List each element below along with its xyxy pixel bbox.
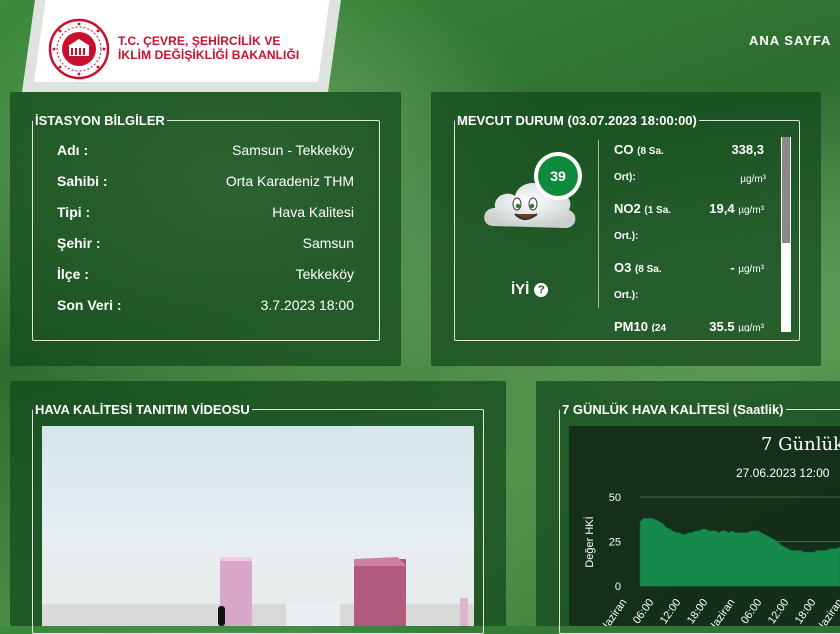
chart-x-tick-label: Haziran	[598, 597, 630, 626]
pollutant-item-no2: NO2 (1 Sa. Ort.): 19,4 µg/m³	[604, 195, 776, 254]
chart-y-tick-label: 25	[609, 537, 621, 549]
chart-x-tick-label: 12:00	[658, 597, 684, 626]
chart-x-tick-label: Haziran	[706, 597, 738, 626]
station-row-district: İlçe : Tekkeköy	[57, 266, 354, 286]
pollutant-value: 19,4 µg/m³	[709, 201, 764, 216]
pollutant-period-suffix: Ort.):	[614, 290, 639, 301]
chart-x-tick-label: 18:00	[685, 597, 711, 626]
chart-x-tick-label: 06:00	[739, 597, 765, 626]
status-divider	[598, 140, 599, 308]
scrollbar-thumb[interactable]	[782, 137, 790, 243]
pollutant-item-o3: O3 (8 Sa. Ort.): - µg/m³	[604, 254, 776, 313]
station-row-type: Tipi : Hava Kalitesi	[57, 204, 354, 224]
station-value: Samsun	[302, 235, 354, 251]
nav-home-link[interactable]: ANA SAYFA	[749, 33, 831, 48]
station-value: Tekkeköy	[295, 266, 354, 282]
chart-x-tick-label: 18:00	[793, 597, 819, 626]
chart-x-tick-label: Haziran	[814, 597, 840, 626]
station-info-title: İSTASYON BİLGİLER	[35, 113, 165, 128]
station-row-city: Şehir : Samsun	[57, 235, 354, 255]
intro-video-player[interactable]	[42, 426, 474, 626]
pollutant-scrollbar[interactable]	[781, 137, 791, 332]
pollutant-period-suffix: Ort.):	[614, 231, 639, 242]
pollutant-list[interactable]: CO (8 Sa. Ort): 338,3 µg/m³ NO2 (1 Sa. O…	[604, 136, 776, 332]
station-value: Hava Kalitesi	[272, 204, 354, 220]
station-label: Tipi :	[57, 204, 91, 220]
pollutant-period-suffix: Ort):	[614, 172, 636, 183]
chart-panel-title: 7 GÜNLÜK HAVA KALİTESİ (Saatlik)	[562, 402, 784, 417]
chart-x-tick-label: 06:00	[631, 597, 657, 626]
pollutant-value: 35.5 µg/m³	[709, 319, 764, 332]
ministry-seal-icon	[48, 18, 110, 80]
chart-area-series	[639, 518, 840, 587]
chart-y-tick-label: 50	[609, 492, 621, 504]
ministry-logo-band[interactable]: T.C. ÇEVRE, ŞEHİRCİLİK VE İKLİM DEĞİŞİKL…	[0, 0, 341, 92]
pollutant-value: 338,3	[731, 142, 764, 157]
current-status-title: MEVCUT DURUM (03.07.2023 18:00:00)	[457, 113, 697, 128]
station-row-name: Adı : Samsun - Tekkeköy	[57, 142, 354, 162]
aqi-status-text: İYİ	[511, 281, 530, 298]
chart-y-tick-label: 0	[615, 581, 621, 593]
chart-title: 7 Günlük	[761, 434, 840, 455]
video-frame-scene	[42, 557, 474, 626]
ministry-name: T.C. ÇEVRE, ŞEHİRCİLİK VE İKLİM DEĞİŞİKL…	[118, 34, 299, 62]
pollutant-name: PM10 (24	[614, 319, 667, 332]
station-row-owner: Sahibi : Orta Karadeniz THM	[57, 173, 354, 193]
station-label: Adı :	[57, 142, 89, 158]
station-label: İlçe :	[57, 266, 89, 282]
aqi-index-badge: 39	[534, 152, 582, 200]
station-value: Orta Karadeniz THM	[225, 173, 354, 189]
pollutant-value: - µg/m³	[730, 260, 764, 275]
station-label: Şehir :	[57, 235, 101, 251]
station-value: Samsun - Tekkeköy	[232, 142, 354, 158]
aqi-chart[interactable]: 0 25 50 Değer HKİ Haziran 06:00 12:00 18:00 Hazi…	[569, 426, 840, 626]
video-title: HAVA KALİTESİ TANITIM VİDEOSU	[35, 402, 250, 417]
pollutant-name: CO (8 Sa.	[614, 142, 664, 157]
aqi-chart-svg: 02550Değer HKİHaziran 06:00 12:00 18:00Hazi…	[583, 492, 840, 626]
station-value: 3.7.2023 18:00	[260, 297, 354, 313]
question-circle-icon[interactable]: ?	[534, 282, 549, 297]
ministry-name-line2: İKLİM DEĞİŞİKLİĞİ BAKANLIĞI	[118, 48, 300, 62]
pollutant-name: O3 (8 Sa.	[614, 260, 662, 275]
pollutant-unit: µg/m³	[740, 174, 766, 185]
chart-x-tick-label: 12:00	[766, 597, 792, 626]
pollutant-item-pm10: PM10 (24 35.5 µg/m³	[604, 313, 776, 332]
station-label: Sahibi :	[57, 173, 108, 189]
station-label: Son Veri :	[57, 297, 122, 313]
pollutant-name: NO2 (1 Sa.	[614, 201, 672, 216]
aqi-status: İYİ ?	[511, 281, 549, 298]
ministry-name-line1: T.C. ÇEVRE, ŞEHİRCİLİK VE	[118, 34, 281, 48]
chart-y-axis-label: Değer HKİ	[583, 516, 596, 567]
pollutant-item-co: CO (8 Sa. Ort): 338,3 µg/m³	[604, 136, 776, 195]
station-row-last-data: Son Veri : 3.7.2023 18:00	[57, 297, 354, 317]
aqi-index-value: 39	[538, 156, 578, 196]
chart-subtitle: 27.06.2023 12:00	[736, 466, 830, 480]
